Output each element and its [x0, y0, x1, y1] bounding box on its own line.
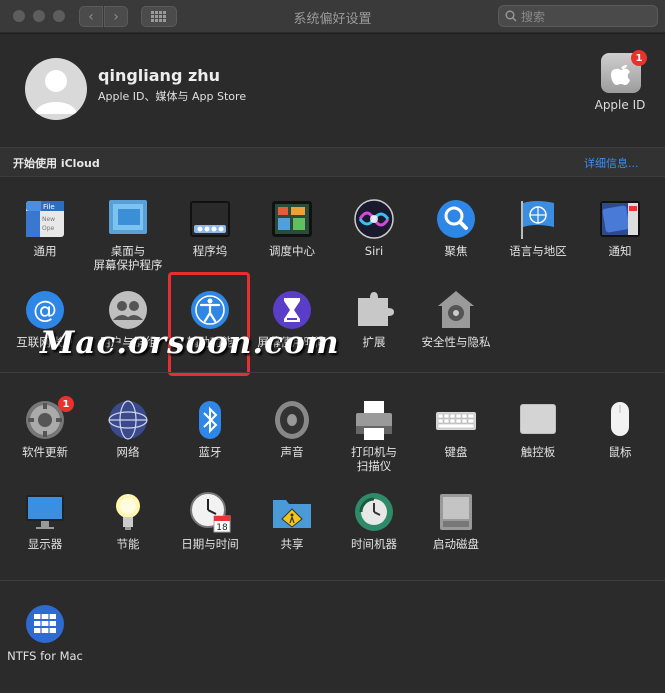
general-icon: File New Ope — [26, 201, 64, 237]
pref-keyboard[interactable]: 键盘 — [414, 398, 498, 459]
pref-startup-disk[interactable]: 启动磁盘 — [414, 490, 498, 551]
apple-id-badge: 1 — [631, 50, 647, 66]
notifications-icon — [600, 201, 640, 237]
time-machine-icon — [355, 493, 393, 531]
keyboard-icon — [436, 412, 476, 430]
pref-label: 通用 — [33, 244, 57, 258]
pref-label: 时间机器 — [351, 537, 397, 551]
pref-label: 扩展 — [362, 335, 386, 349]
pref-label: 软件更新 — [22, 445, 68, 459]
section-divider — [0, 372, 665, 373]
pref-extensions[interactable]: 扩展 — [332, 288, 416, 349]
pref-trackpad[interactable]: 触控板 — [496, 398, 580, 459]
section-divider — [0, 580, 665, 581]
search-placeholder: 搜索 — [521, 9, 546, 24]
icloud-details-link[interactable]: 详细信息... — [584, 155, 639, 171]
pref-displays[interactable]: 显示器 — [3, 490, 87, 551]
mission-control-icon — [272, 201, 312, 237]
pref-security[interactable]: 安全性与隐私 — [414, 288, 498, 349]
pref-dock[interactable]: 程序坞 — [168, 197, 252, 258]
language-icon — [521, 201, 554, 239]
pref-bluetooth[interactable]: 蓝牙 — [168, 398, 252, 459]
search-input[interactable]: 搜索 — [498, 5, 658, 27]
pref-desktop[interactable]: 桌面与 屏幕保护程序 — [86, 197, 170, 272]
pref-label: 鼠标 — [608, 445, 632, 459]
user-avatar[interactable] — [25, 58, 87, 120]
pref-ntfs[interactable]: NTFS for Mac — [3, 602, 87, 663]
pref-software-update[interactable]: 软件更新 — [3, 398, 87, 459]
pref-label: 键盘 — [444, 445, 468, 459]
watermark: Mac.orsoon.com — [40, 325, 340, 361]
search-icon — [505, 10, 517, 22]
pref-label: 触控板 — [520, 445, 556, 459]
pref-label: 聚焦 — [444, 244, 468, 258]
apple-logo-icon — [611, 65, 630, 85]
pref-energy[interactable]: 节能 — [86, 490, 170, 551]
pref-label: 共享 — [280, 537, 304, 551]
user-subtitle: Apple ID、媒体与 App Store — [98, 90, 247, 103]
pref-siri[interactable]: Siri — [332, 197, 416, 258]
pref-language[interactable]: 语言与地区 — [496, 197, 580, 258]
pref-label: 安全性与隐私 — [421, 335, 491, 349]
pref-label: Siri — [364, 244, 384, 258]
displays-icon — [26, 495, 64, 529]
svg-text:File: File — [43, 203, 55, 211]
user-name: qingliang zhu — [98, 66, 221, 85]
pref-sharing[interactable]: 共享 — [250, 490, 334, 551]
date-time-icon: 18 — [190, 492, 231, 533]
pref-label: 调度中心 — [269, 244, 315, 258]
mouse-icon — [611, 402, 629, 436]
pref-label: 蓝牙 — [198, 445, 222, 459]
pref-label: 通知 — [608, 244, 632, 258]
svg-text:Ope: Ope — [42, 225, 55, 232]
svg-text:New: New — [42, 216, 55, 223]
extensions-icon — [358, 292, 394, 326]
pref-label: 语言与地区 — [509, 244, 567, 258]
desktop-icon — [109, 200, 147, 234]
pref-label: 网络 — [116, 445, 140, 459]
pref-label: 显示器 — [27, 537, 63, 551]
pref-label: 桌面与 屏幕保护程序 — [93, 244, 163, 272]
calendar-date: 18 — [216, 523, 228, 533]
printer-icon — [356, 401, 392, 440]
pref-network[interactable]: 网络 — [86, 398, 170, 459]
bluetooth-icon — [199, 401, 221, 439]
pref-label: 程序坞 — [192, 244, 228, 258]
apple-id-label[interactable]: Apple ID — [580, 98, 660, 112]
pref-printers[interactable]: 打印机与 扫描仪 — [332, 398, 416, 473]
pref-label: 日期与时间 — [181, 537, 239, 551]
title-bar: ‹ › 系统偏好设置 搜索 — [0, 0, 665, 33]
software-update-badge: 1 — [58, 396, 74, 412]
startup-disk-icon — [440, 494, 472, 530]
pref-notifications[interactable]: 通知 — [578, 197, 662, 258]
spotlight-icon — [437, 200, 475, 238]
pref-label: 启动磁盘 — [433, 537, 479, 551]
pref-label: 节能 — [116, 537, 140, 551]
security-icon — [438, 291, 474, 328]
svg-text:@: @ — [33, 296, 57, 324]
pref-sound[interactable]: 声音 — [250, 398, 334, 459]
pref-time-machine[interactable]: 时间机器 — [332, 490, 416, 551]
pref-label: NTFS for Mac — [7, 649, 83, 663]
energy-icon — [116, 494, 140, 530]
pref-label: 打印机与 扫描仪 — [351, 445, 397, 473]
siri-icon — [354, 199, 394, 239]
network-icon — [108, 400, 148, 440]
pref-label: 声音 — [280, 445, 304, 459]
user-silhouette-icon — [35, 70, 77, 114]
icloud-prompt: 开始使用 iCloud — [13, 157, 100, 170]
pref-mouse[interactable]: 鼠标 — [578, 398, 662, 459]
pref-date-time[interactable]: 18 日期与时间 — [168, 490, 252, 551]
sharing-icon — [273, 500, 311, 528]
pref-spotlight[interactable]: 聚焦 — [414, 197, 498, 258]
dock-icon — [190, 201, 230, 237]
trackpad-icon — [520, 404, 556, 434]
sound-icon — [275, 401, 309, 439]
pref-general[interactable]: File New Ope 通用 — [3, 197, 87, 258]
preferences-panel — [0, 34, 665, 693]
pref-mission-control[interactable]: 调度中心 — [250, 197, 334, 258]
ntfs-icon — [26, 605, 64, 643]
